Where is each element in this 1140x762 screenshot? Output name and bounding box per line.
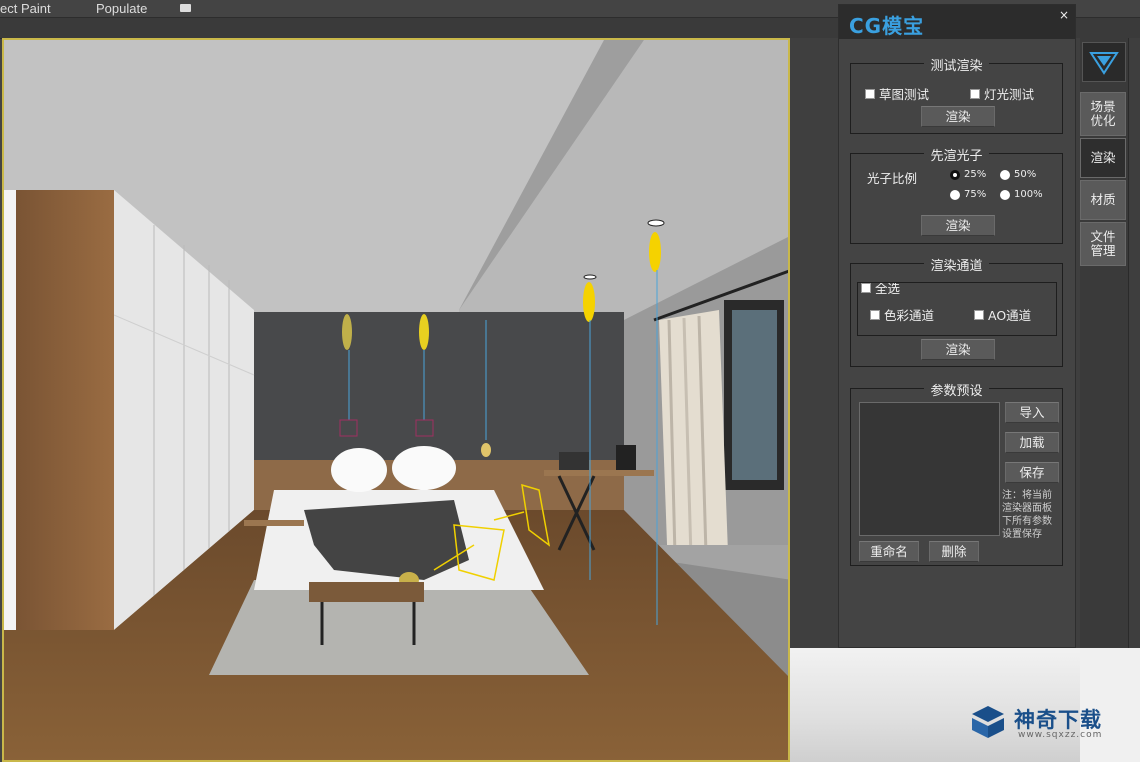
menu-item-populate[interactable]: Populate: [96, 1, 147, 16]
tab-scene-optimize-label: 场景优化: [1090, 99, 1116, 128]
menu-item-object-paint[interactable]: ect Paint: [0, 1, 51, 16]
side-tabs: 场景优化 渲染 材质 文件管理: [1080, 38, 1128, 648]
photon-25-label: 25%: [964, 169, 987, 180]
photon-radio-25[interactable]: 25%: [950, 169, 986, 180]
display-icon: [180, 4, 191, 12]
diamond-icon: [1089, 52, 1119, 75]
tab-render-label: 渲染: [1090, 150, 1116, 165]
bedroom-scene: [4, 40, 788, 760]
color-channel-label: 色彩通道: [884, 308, 935, 323]
save-button[interactable]: 保存: [1005, 462, 1059, 483]
color-channel-checkbox[interactable]: 色彩通道: [870, 305, 934, 324]
channels-render-button[interactable]: 渲染: [921, 339, 995, 360]
channels-inner-box: 色彩通道 AO通道: [857, 282, 1057, 336]
presets-group: 参数预设 导入 加载 保存 注：将当前渲染器面板下所有参数设置保存 重命名 删除: [850, 384, 1063, 566]
tab-material[interactable]: 材质: [1080, 180, 1126, 220]
test-render-button[interactable]: 渲染: [921, 106, 995, 127]
light-test-checkbox[interactable]: 灯光测试: [970, 84, 1034, 103]
photon-title: 先渲光子: [924, 149, 989, 164]
test-render-group: 测试渲染 草图测试 灯光测试 渲染: [850, 59, 1063, 134]
preset-list[interactable]: [859, 402, 1000, 536]
viewport-3d[interactable]: [2, 38, 790, 762]
tab-render[interactable]: 渲染: [1080, 138, 1126, 178]
photon-radio-100[interactable]: 100%: [1000, 189, 1043, 200]
photon-100-label: 100%: [1014, 189, 1043, 200]
draft-test-checkbox[interactable]: 草图测试: [865, 84, 929, 103]
close-icon[interactable]: ×: [1059, 8, 1069, 22]
presets-title: 参数预设: [924, 384, 989, 399]
photon-group: 先渲光子 光子比例 25% 50% 75% 100% 渲染: [850, 149, 1063, 244]
ao-channel-checkbox[interactable]: AO通道: [974, 305, 1031, 324]
delete-button[interactable]: 删除: [929, 541, 979, 562]
tab-material-label: 材质: [1090, 192, 1116, 207]
tab-scene-optimize[interactable]: 场景优化: [1080, 92, 1126, 136]
load-button[interactable]: 加载: [1005, 432, 1059, 453]
light-test-label: 灯光测试: [984, 87, 1035, 102]
box-logo-icon: [972, 706, 1004, 738]
right-scroll-strip: [1128, 38, 1140, 648]
test-render-title: 测试渲染: [924, 59, 989, 74]
panel-header: CG模宝 ×: [839, 5, 1075, 39]
import-button[interactable]: 导入: [1005, 402, 1059, 423]
watermark: 神奇下载 www.sqxzz.com: [968, 700, 1128, 748]
display-dropdown[interactable]: ▾: [180, 3, 200, 14]
render-channels-title: 渲染通道: [924, 259, 989, 274]
tab-file-management[interactable]: 文件管理: [1080, 222, 1126, 266]
cg-mobao-tab-logo[interactable]: [1082, 42, 1126, 82]
draft-test-label: 草图测试: [879, 87, 930, 102]
photon-75-label: 75%: [964, 189, 987, 200]
photon-ratio-label: 光子比例: [867, 171, 918, 186]
cg-mobao-logo: CG模宝: [849, 14, 925, 38]
render-channels-group: 渲染通道 全选 色彩通道 AO通道 渲染: [850, 259, 1063, 367]
watermark-url: www.sqxzz.com: [1018, 730, 1103, 740]
save-note: 注：将当前渲染器面板下所有参数设置保存: [1002, 490, 1052, 540]
photon-render-button[interactable]: 渲染: [921, 215, 995, 236]
photon-radio-75[interactable]: 75%: [950, 189, 986, 200]
photon-radio-50[interactable]: 50%: [1000, 169, 1036, 180]
cg-mobao-panel: CG模宝 × 测试渲染 草图测试 灯光测试 渲染 先渲光子 光子比例 25% 5…: [838, 4, 1076, 648]
ao-channel-label: AO通道: [988, 308, 1032, 323]
rename-button[interactable]: 重命名: [859, 541, 919, 562]
tab-file-management-label: 文件管理: [1090, 229, 1116, 258]
photon-50-label: 50%: [1014, 169, 1037, 180]
